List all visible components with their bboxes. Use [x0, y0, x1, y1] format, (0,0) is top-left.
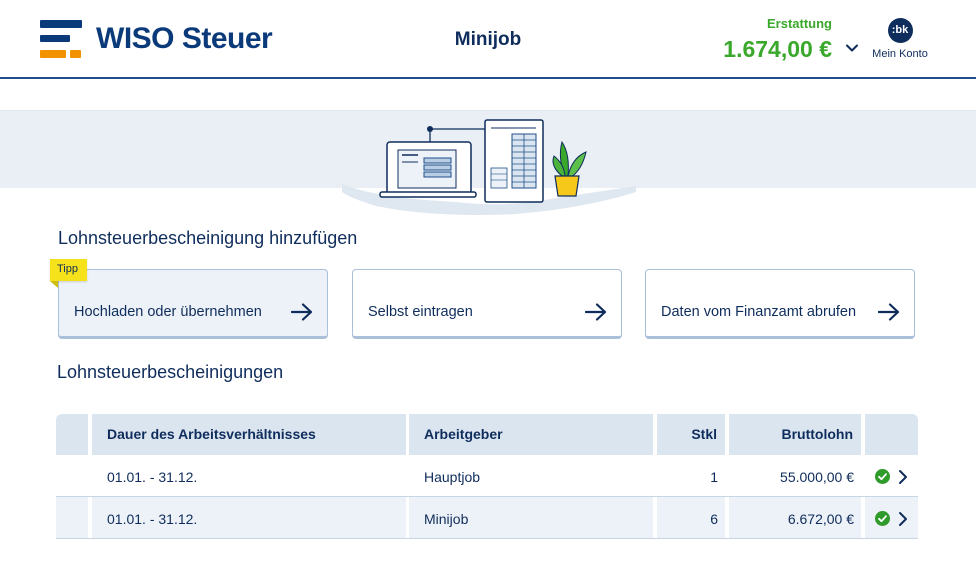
add-section-title: Lohnsteuerbescheinigung hinzufügen	[58, 228, 358, 248]
cell-employer: Hauptjob	[424, 469, 481, 485]
tax-office-fetch-button[interactable]: Daten vom Finanzamt abrufen	[645, 269, 915, 339]
cell-stkl: 6	[710, 511, 718, 527]
column-header-gross: Bruttolohn	[729, 414, 861, 455]
cell-duration: 01.01. - 31.12.	[107, 511, 198, 527]
cell-gross: 55.000,00 €	[780, 469, 854, 485]
document-illustration	[342, 119, 636, 215]
table-row[interactable]: 01.01. - 31.12. Hauptjob 1 55.000,00 €	[56, 455, 918, 497]
manual-entry-button[interactable]: Selbst eintragen	[352, 269, 622, 339]
row-shade	[865, 497, 918, 538]
certificates-table: Dauer des Arbeitsverhältnisses Arbeitgeb…	[56, 414, 918, 539]
arrow-right-icon	[291, 303, 313, 321]
page-title: Minijob	[454, 29, 522, 50]
refund-amount: 1.674,00 €	[723, 36, 832, 62]
table-header: Dauer des Arbeitsverhältnisses Arbeitgeb…	[56, 414, 918, 455]
upload-import-button[interactable]: Hochladen oder übernehmen	[58, 269, 328, 339]
check-icon	[875, 469, 890, 484]
column-header-employer: Arbeitgeber	[409, 414, 653, 455]
logo-mark-bar	[40, 20, 82, 28]
account-label: Mein Konto	[872, 48, 928, 60]
logo-mark-bar	[70, 50, 81, 58]
refund-label: Erstattung	[767, 16, 832, 31]
refund-summary[interactable]: Erstattung 1.674,00 €	[700, 16, 860, 66]
card-label: Selbst eintragen	[368, 304, 473, 320]
account-menu[interactable]: :bk Mein Konto	[866, 18, 934, 66]
arrow-right-icon	[585, 303, 607, 321]
column-header-stkl: Stkl	[657, 414, 725, 455]
header-spacer	[56, 414, 88, 455]
logo-text: WISO Steuer	[96, 22, 273, 55]
chevron-right-icon[interactable]	[898, 469, 908, 485]
logo-mark-bar	[40, 50, 66, 58]
wiso-logo[interactable]: WISO Steuer	[40, 20, 280, 60]
header-spacer	[865, 414, 918, 455]
cell-duration: 01.01. - 31.12.	[107, 469, 198, 485]
logo-mark-bar	[40, 35, 70, 42]
card-label: Daten vom Finanzamt abrufen	[661, 304, 857, 320]
card-label: Hochladen oder übernehmen	[74, 304, 262, 320]
avatar: :bk	[887, 18, 913, 43]
app-header: WISO Steuer Minijob Erstattung 1.674,00 …	[0, 0, 976, 79]
table-row[interactable]: 01.01. - 31.12. Minijob 6 6.672,00 €	[56, 497, 918, 539]
cell-stkl: 1	[710, 469, 718, 485]
tip-badge: Tipp	[50, 259, 87, 288]
check-icon	[875, 511, 890, 526]
cell-gross: 6.672,00 €	[787, 511, 854, 527]
row-shade	[56, 497, 88, 538]
arrow-right-icon	[878, 303, 900, 321]
cell-employer: Minijob	[424, 511, 469, 527]
list-section-title: Lohnsteuerbescheinigungen	[57, 362, 284, 382]
chevron-down-icon[interactable]	[844, 40, 860, 56]
column-header-duration: Dauer des Arbeitsverhältnisses	[92, 414, 406, 455]
chevron-right-icon[interactable]	[898, 511, 908, 527]
